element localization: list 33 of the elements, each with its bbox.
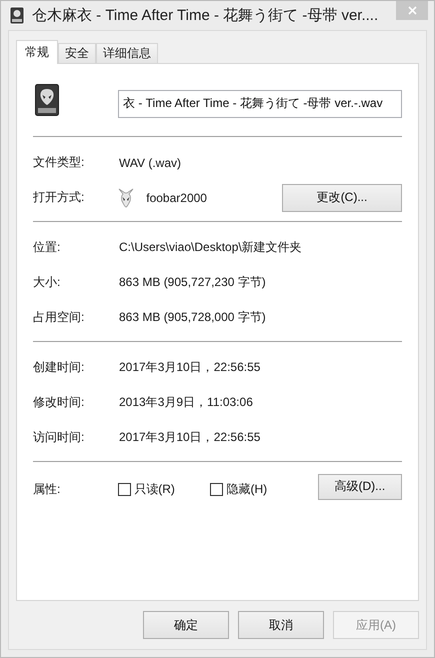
field-label: 占用空间:: [33, 309, 86, 326]
tab[interactable]: 安全: [58, 43, 96, 63]
dialog-button[interactable]: 确定: [143, 611, 229, 639]
field-label: 创建时间:: [33, 359, 86, 376]
field-value: WAV (.wav): [119, 156, 181, 170]
field-value: 863 MB (905,727,230 字节): [119, 274, 266, 291]
field-value: 863 MB (905,728,000 字节): [119, 309, 266, 326]
field-label: 文件类型:: [33, 154, 86, 171]
file-name-field[interactable]: 衣 - Time After Time - 花舞う街て -母带 ver.-.wav: [118, 90, 402, 118]
field-label: 访问时间:: [33, 429, 86, 446]
alien-head-icon: [118, 188, 134, 208]
wav-file-icon: [35, 84, 59, 116]
change-button[interactable]: 更改(C)...: [282, 184, 402, 212]
checkbox[interactable]: 隐藏(H): [210, 481, 303, 498]
field-value: 2013年3月9日，11:03:06: [119, 394, 253, 411]
checkbox[interactable]: 只读(R): [118, 481, 210, 498]
close-button[interactable]: [396, 1, 428, 20]
advanced-button[interactable]: 高级(D)...: [318, 474, 402, 500]
tab[interactable]: 常规: [16, 40, 58, 64]
app-name: foobar2000: [146, 190, 208, 204]
field-value: 2017年3月10日，22:56:55: [119, 359, 260, 376]
field-label: 打开方式:: [33, 189, 86, 206]
close-icon: [408, 6, 416, 14]
field-value: C:\Users\viao\Desktop\新建文件夹: [119, 239, 302, 256]
window-title: 仓木麻衣 - Time After Time - 花舞う街て -母带 ver....: [32, 6, 378, 25]
field-label: 位置:: [33, 239, 62, 256]
file-icon: [10, 7, 24, 24]
dialog-button[interactable]: 取消: [238, 611, 324, 639]
tab[interactable]: 详细信息: [96, 43, 158, 63]
field-value: 2017年3月10日，22:56:55: [119, 429, 260, 446]
field-label: 属性:: [33, 481, 62, 498]
field-label: 修改时间:: [33, 394, 86, 411]
field-label: 大小:: [33, 274, 62, 291]
